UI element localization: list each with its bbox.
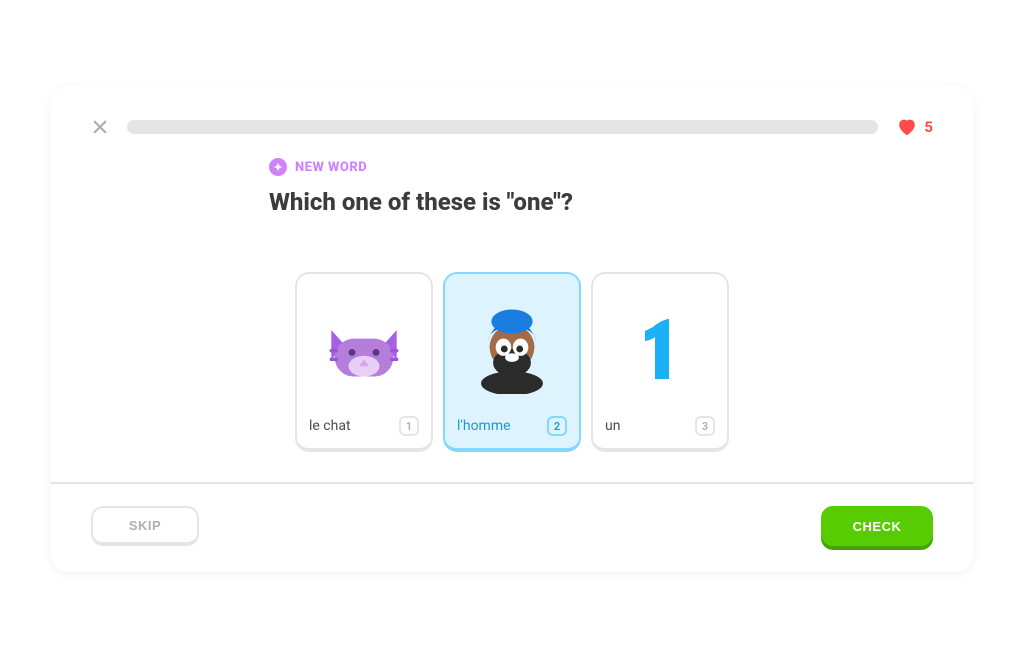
option-card-3[interactable]: un 3 [591,272,729,452]
progress-bar [127,120,878,134]
hearts-count: 5 [924,118,933,136]
close-icon[interactable] [91,118,109,136]
hearts-counter[interactable]: 5 [896,116,933,138]
option-word: le chat [309,418,351,434]
numeral-one-icon [605,284,715,414]
top-bar: 5 [91,116,933,138]
sparkle-icon: ✦ [269,158,287,176]
option-key: 1 [399,416,419,436]
new-word-label: NEW WORD [295,160,367,175]
check-button[interactable]: CHECK [821,506,933,546]
prompt-text: Which one of these is "one"? [269,188,755,216]
lesson-card: 5 ✦ NEW WORD Which one of these is "one"… [51,86,973,572]
option-word: l'homme [457,418,511,434]
option-card-1[interactable]: le chat 1 [295,272,433,452]
option-key: 3 [695,416,715,436]
bottom-bar: SKIP CHECK [91,484,933,546]
cat-icon [309,284,419,414]
skip-button[interactable]: SKIP [91,506,199,546]
man-icon [457,284,567,414]
options-row: le chat 1 [269,272,755,452]
heart-icon [896,116,918,138]
new-word-badge: ✦ NEW WORD [269,158,755,176]
option-card-2[interactable]: l'homme 2 [443,272,581,452]
option-key: 2 [547,416,567,436]
option-word: un [605,418,620,434]
lesson-content: ✦ NEW WORD Which one of these is "one"? [91,138,933,452]
